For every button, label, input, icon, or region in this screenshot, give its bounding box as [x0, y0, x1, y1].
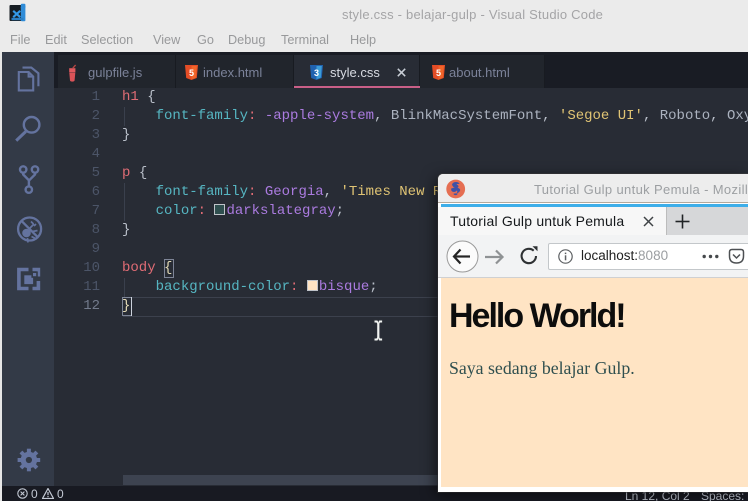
svg-text:5: 5 [189, 68, 194, 78]
svg-text:5: 5 [436, 68, 441, 78]
svg-text:3: 3 [314, 68, 319, 78]
